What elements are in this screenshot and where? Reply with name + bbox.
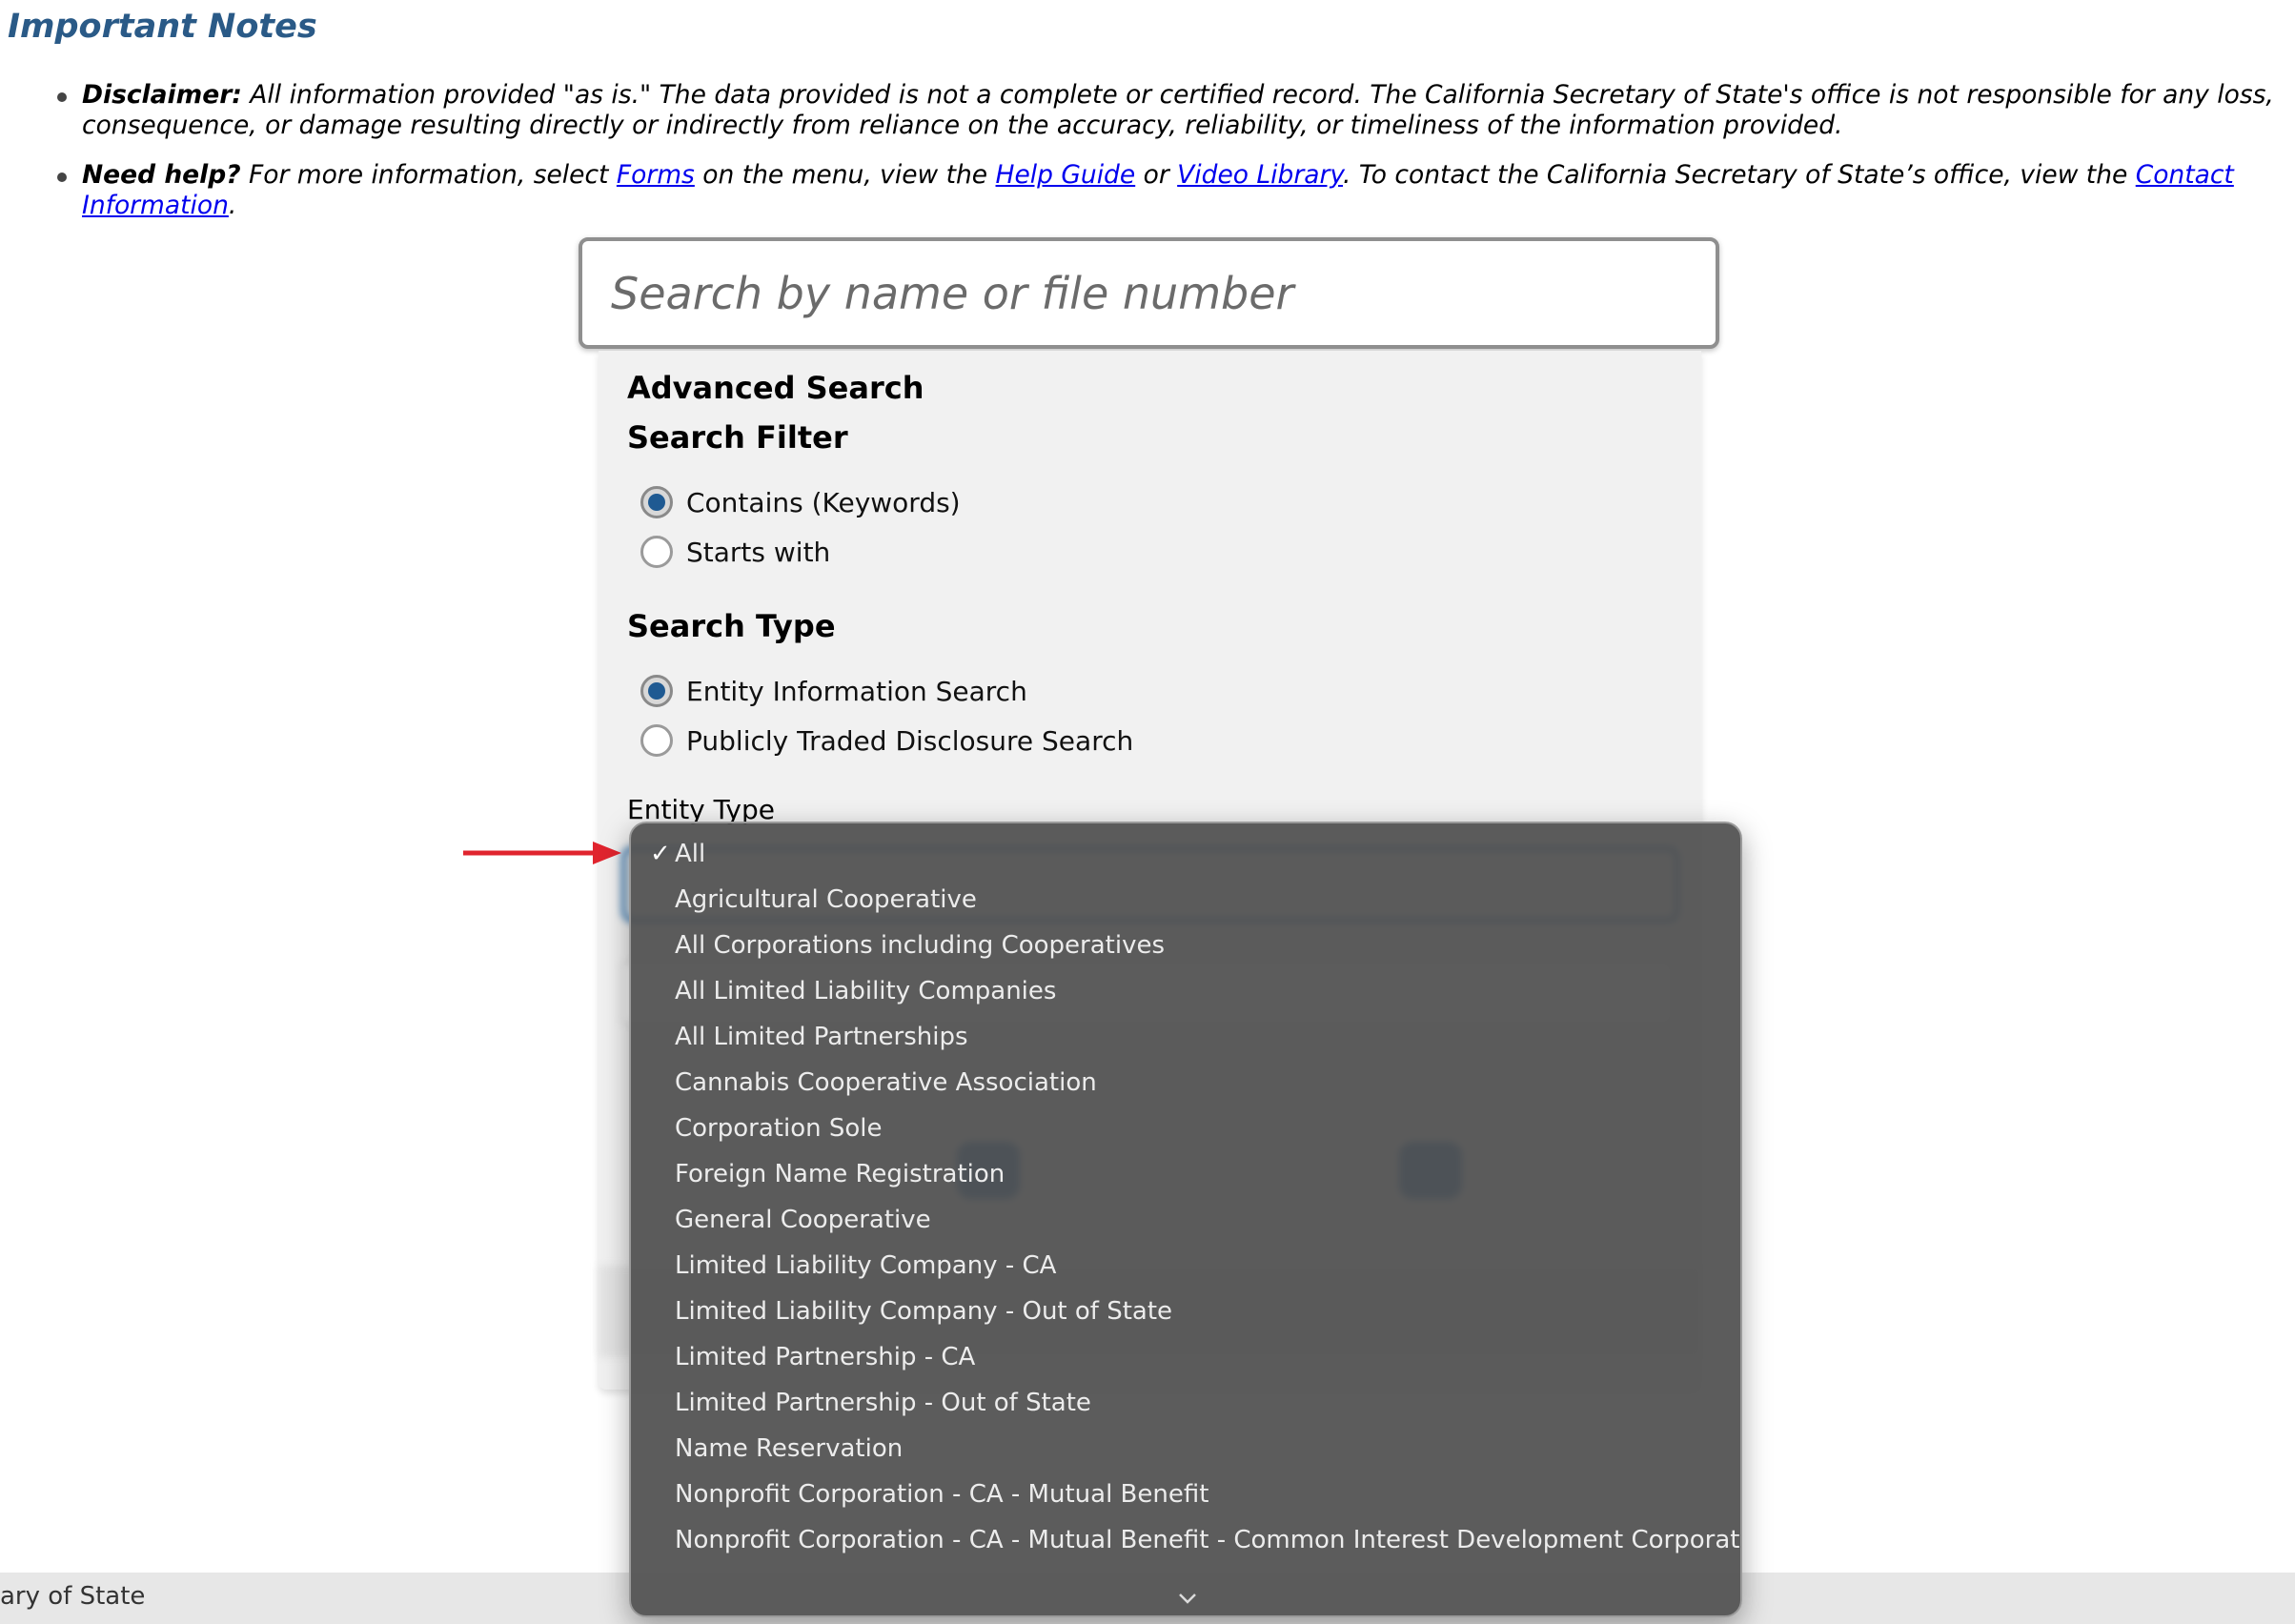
disclaimer-label: Disclaimer: <box>82 80 242 110</box>
entity-option-label: All Limited Partnerships <box>675 1023 968 1051</box>
entity-option-label: Foreign Name Registration <box>675 1160 1005 1188</box>
notes-list: Disclaimer: All information provided "as… <box>55 80 2285 240</box>
entity-option-label: Limited Liability Company - Out of State <box>675 1297 1173 1326</box>
entity-option-label: Limited Partnership - CA <box>675 1343 976 1371</box>
type-option-entity-information[interactable]: Entity Information Search <box>640 675 1027 707</box>
entity-option-label: All Limited Liability Companies <box>675 977 1057 1005</box>
entity-option-label: All Corporations including Cooperatives <box>675 931 1166 960</box>
entity-option[interactable]: Limited Partnership - CA <box>631 1334 1740 1380</box>
entity-option[interactable]: Limited Liability Company - CA <box>631 1243 1740 1289</box>
filter-option-starts-with[interactable]: Starts with <box>640 536 830 568</box>
entity-option-label: Nonprofit Corporation - CA - Mutual Bene… <box>675 1480 1209 1509</box>
entity-option[interactable]: Nonprofit Corporation - CA - Mutual Bene… <box>631 1517 1740 1563</box>
entity-option[interactable]: All Limited Partnerships <box>631 1014 1740 1060</box>
advanced-search-title: Advanced Search <box>627 370 924 406</box>
entity-option-label: Corporation Sole <box>675 1114 883 1143</box>
entity-option-label: All <box>675 840 706 868</box>
entity-option[interactable]: Cannabis Cooperative Association <box>631 1060 1740 1106</box>
entity-option-label: Name Reservation <box>675 1434 904 1463</box>
entity-option-label: Cannabis Cooperative Association <box>675 1068 1097 1097</box>
help-guide-link[interactable]: Help Guide <box>996 160 1136 190</box>
radio-publicly-traded[interactable] <box>640 724 673 757</box>
help-label: Need help? <box>82 160 241 190</box>
search-type-title: Search Type <box>627 608 836 644</box>
radio-contains[interactable] <box>640 486 673 518</box>
check-icon: ✓ <box>650 840 671 868</box>
footer-text: ary of State <box>0 1582 146 1611</box>
forms-link[interactable]: Forms <box>617 160 695 190</box>
help-text-2: on the menu, view the <box>694 160 996 190</box>
search-filter-title: Search Filter <box>627 419 848 456</box>
radio-entity-information[interactable] <box>640 675 673 707</box>
entity-option[interactable]: General Cooperative <box>631 1197 1740 1243</box>
entity-option[interactable]: All Corporations including Cooperatives <box>631 923 1740 968</box>
entity-option-label: Nonprofit Corporation - CA - Mutual Bene… <box>675 1526 1742 1554</box>
help-text-1: For more information, select <box>240 160 617 190</box>
radio-starts-with[interactable] <box>640 536 673 568</box>
type-option-publicly-traded-label: Publicly Traded Disclosure Search <box>686 724 1134 757</box>
filter-option-contains[interactable]: Contains (Keywords) <box>640 486 961 518</box>
video-library-link[interactable]: Video Library <box>1177 160 1343 190</box>
entity-option-label: Limited Liability Company - CA <box>675 1251 1057 1280</box>
help-note: Need help? For more information, select … <box>55 160 2285 221</box>
disclaimer-text: All information provided "as is." The da… <box>82 80 2274 140</box>
entity-option[interactable]: Nonprofit Corporation - CA - Mutual Bene… <box>631 1472 1740 1517</box>
entity-option[interactable]: Limited Partnership - Out of State <box>631 1380 1740 1426</box>
entity-option-label: Agricultural Cooperative <box>675 885 977 914</box>
entity-option-label: General Cooperative <box>675 1206 931 1234</box>
filter-option-starts-with-label: Starts with <box>686 536 831 568</box>
entity-option[interactable]: Foreign Name Registration <box>631 1151 1740 1197</box>
search-box <box>579 237 1719 349</box>
entity-option[interactable]: Name Reservation <box>631 1426 1740 1472</box>
entity-type-dropdown[interactable]: ✓ All Agricultural Cooperative All Corpor… <box>629 822 1742 1617</box>
red-arrow-icon <box>463 842 621 864</box>
entity-option[interactable]: Corporation Sole <box>631 1106 1740 1151</box>
help-text-4: . To contact the California Secretary of… <box>1343 160 2136 190</box>
entity-option[interactable]: All Limited Liability Companies <box>631 968 1740 1014</box>
filter-option-contains-label: Contains (Keywords) <box>686 486 961 518</box>
entity-option[interactable]: Limited Liability Company - Out of State <box>631 1289 1740 1334</box>
search-input[interactable] <box>582 241 1716 345</box>
disclaimer-note: Disclaimer: All information provided "as… <box>55 80 2285 141</box>
entity-option[interactable]: Agricultural Cooperative <box>631 877 1740 923</box>
help-text-3: or <box>1135 160 1178 190</box>
help-text-5: . <box>228 191 237 220</box>
entity-type-options: ✓ All Agricultural Cooperative All Corpor… <box>631 831 1740 1563</box>
chevron-down-icon[interactable] <box>1178 1593 1197 1604</box>
type-option-publicly-traded[interactable]: Publicly Traded Disclosure Search <box>640 724 1133 757</box>
entity-option-label: Limited Partnership - Out of State <box>675 1389 1091 1417</box>
type-option-entity-information-label: Entity Information Search <box>686 675 1027 707</box>
entity-option-all[interactable]: ✓ All <box>631 831 1740 877</box>
important-notes-title: Important Notes <box>8 8 317 46</box>
